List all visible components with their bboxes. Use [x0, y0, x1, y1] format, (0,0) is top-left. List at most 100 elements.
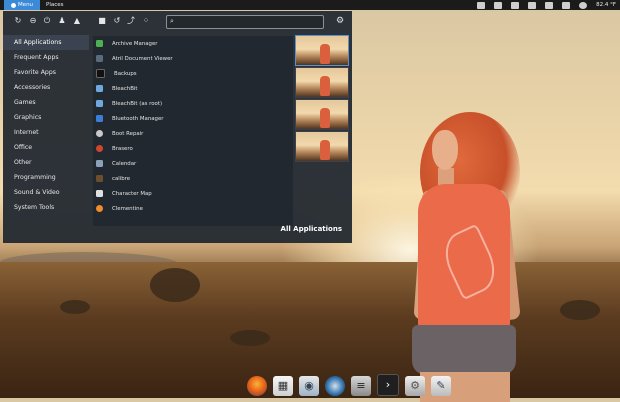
- app-item-label: Atril Document Viewer: [112, 55, 173, 62]
- application-menu: ↻ ⊖ ⏻ ♟ ▲ ■ ↺ ⤴ ⁘ ⌕ ⚙ All Applications F…: [3, 11, 352, 243]
- grid-icon[interactable]: ⁘: [142, 17, 150, 25]
- current-view-label: All Applications: [280, 225, 342, 233]
- search-box[interactable]: ⌕: [166, 15, 324, 29]
- clementine-icon: [96, 205, 103, 212]
- app-list: Archive Manager Atril Document Viewer Ba…: [93, 36, 293, 226]
- boot-repair-icon: [96, 130, 103, 137]
- app-item-bluetooth-manager[interactable]: Bluetooth Manager: [93, 111, 293, 126]
- app-item-bleachbit-root[interactable]: BleachBit (as root): [93, 96, 293, 111]
- category-system-tools[interactable]: System Tools: [3, 200, 89, 215]
- editor-icon[interactable]: ✎: [431, 376, 451, 396]
- temperature-readout[interactable]: 82.4 °F: [596, 2, 616, 8]
- app-item-brasero[interactable]: Brasero: [93, 141, 293, 156]
- app-item-label: BleachBit (as root): [112, 100, 163, 107]
- user-add-icon[interactable]: ♟: [58, 17, 66, 25]
- share-icon[interactable]: ⤴: [127, 17, 135, 25]
- compass-icon[interactable]: [325, 376, 345, 396]
- media-player-icon[interactable]: ≡: [351, 376, 371, 396]
- wallpaper-bush: [230, 330, 270, 346]
- app-item-backups[interactable]: Backups: [93, 66, 293, 81]
- category-programming[interactable]: Programming: [3, 170, 89, 185]
- category-other[interactable]: Other: [3, 155, 89, 170]
- app-item-calendar[interactable]: Calendar: [93, 156, 293, 171]
- category-office[interactable]: Office: [3, 140, 89, 155]
- category-sound-video[interactable]: Sound & Video: [3, 185, 89, 200]
- atril-icon: [96, 55, 103, 62]
- workspace-thumbnails: [295, 35, 349, 163]
- workspace-thumbnail[interactable]: [295, 131, 349, 162]
- wallpaper-bush: [60, 300, 90, 314]
- thumbnail-figure: [320, 44, 330, 64]
- wallpaper-bush: [560, 300, 600, 320]
- app-item-boot-repair[interactable]: Boot Repair: [93, 126, 293, 141]
- bleachbit-icon: [96, 85, 103, 92]
- category-list: All Applications Frequent Apps Favorite …: [3, 35, 89, 215]
- folder-icon[interactable]: ■: [98, 17, 106, 25]
- app-item-label: calibre: [112, 175, 131, 182]
- workspace-thumbnail[interactable]: [295, 99, 349, 130]
- restart-icon[interactable]: ↻: [14, 17, 22, 25]
- menu-logo-icon: [10, 2, 16, 8]
- gear-icon[interactable]: ⚙: [336, 16, 344, 26]
- menu-button-label: Menu: [17, 2, 34, 8]
- app-item-archive-manager[interactable]: Archive Manager: [93, 36, 293, 51]
- workspace-thumbnail[interactable]: [295, 67, 349, 98]
- category-games[interactable]: Games: [3, 95, 89, 110]
- category-frequent-apps[interactable]: Frequent Apps: [3, 50, 89, 65]
- bleachbit-icon: [96, 100, 103, 107]
- calendar-icon: [96, 160, 103, 167]
- settings-icon[interactable]: ⚙: [405, 376, 425, 396]
- category-internet[interactable]: Internet: [3, 125, 89, 140]
- terminal-icon[interactable]: ›: [377, 374, 399, 396]
- app-item-calibre[interactable]: calibre: [93, 171, 293, 186]
- app-item-atril[interactable]: Atril Document Viewer: [93, 51, 293, 66]
- search-icon: ⌕: [170, 17, 174, 25]
- category-favorite-apps[interactable]: Favorite Apps: [3, 65, 89, 80]
- thumbnail-figure: [320, 108, 330, 128]
- category-accessories[interactable]: Accessories: [3, 80, 89, 95]
- calibre-icon: [96, 175, 103, 182]
- clapper-icon[interactable]: ▦: [273, 376, 293, 396]
- brasero-icon: [96, 145, 103, 152]
- top-panel: Menu Places 82.4 °F: [0, 0, 620, 10]
- search-input[interactable]: [180, 17, 318, 26]
- history-icon[interactable]: ↺: [113, 17, 121, 25]
- network-icon[interactable]: [528, 1, 537, 9]
- app-item-label: Character Map: [112, 190, 152, 197]
- camera-icon[interactable]: ◉: [299, 376, 319, 396]
- image-icon[interactable]: [545, 1, 554, 9]
- thumbnail-figure: [320, 76, 330, 96]
- wallpaper-bush: [150, 268, 200, 302]
- category-graphics[interactable]: Graphics: [3, 110, 89, 125]
- archive-manager-icon: [96, 40, 103, 47]
- app-item-character-map[interactable]: Character Map: [93, 186, 293, 201]
- character-map-icon: [96, 190, 103, 197]
- workspace-thumbnail[interactable]: [295, 35, 349, 66]
- app-item-label: Clementine: [112, 205, 143, 212]
- app-item-bleachbit[interactable]: BleachBit: [93, 81, 293, 96]
- places-menu[interactable]: Places: [46, 0, 64, 10]
- wallpaper-woman-shorts: [412, 325, 516, 375]
- category-all-applications[interactable]: All Applications: [3, 35, 89, 50]
- thumbnail-figure: [320, 140, 330, 160]
- dock: ▦ ◉ ≡ › ⚙ ✎: [247, 371, 465, 396]
- bluetooth-icon: [96, 115, 103, 122]
- app-item-label: Backups: [114, 70, 137, 77]
- menu-button[interactable]: Menu: [4, 0, 40, 10]
- firefox-icon[interactable]: [247, 376, 267, 396]
- app-item-label: Boot Repair: [112, 130, 144, 137]
- lock-icon[interactable]: ▲: [73, 17, 81, 25]
- app-item-clementine[interactable]: Clementine: [93, 201, 293, 216]
- dropbox-icon[interactable]: [494, 1, 503, 9]
- lock-screen-icon[interactable]: ⊖: [29, 17, 37, 25]
- weather-icon[interactable]: [579, 1, 588, 9]
- display-icon[interactable]: [562, 1, 571, 9]
- system-tray: 82.4 °F: [477, 1, 616, 9]
- wallpaper-woman-face: [432, 130, 458, 170]
- app-item-label: Archive Manager: [112, 40, 158, 47]
- screen-icon[interactable]: [477, 1, 486, 9]
- backups-icon: [96, 69, 105, 78]
- app-item-label: BleachBit: [112, 85, 138, 92]
- power-icon[interactable]: ⏻: [43, 17, 51, 25]
- shield-icon[interactable]: [511, 1, 520, 9]
